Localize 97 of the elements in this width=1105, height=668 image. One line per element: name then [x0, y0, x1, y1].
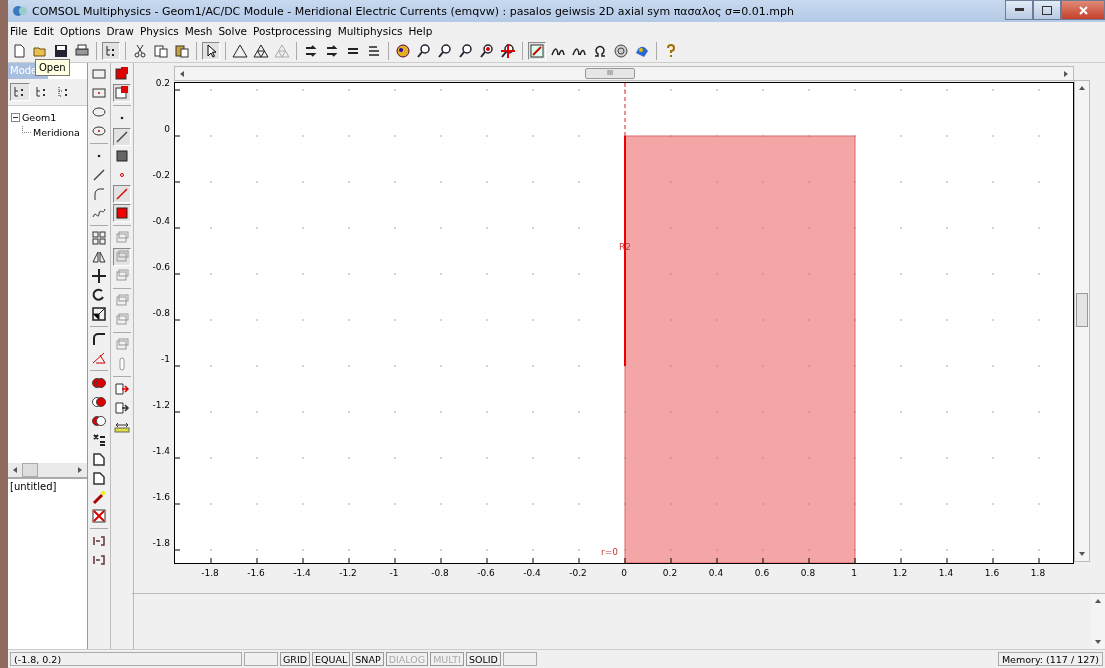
delete-icon[interactable] [90, 507, 109, 525]
grid-icon[interactable] [90, 229, 109, 247]
axis-tick-label: -0.2 [569, 568, 587, 578]
axis-tick-label: 0.2 [662, 568, 678, 578]
close-icon [1078, 5, 1088, 15]
zoom-box-icon[interactable] [457, 42, 475, 60]
tree-view-tab[interactable] [10, 83, 30, 101]
axis-tick-label: 1.6 [984, 568, 1000, 578]
axis-tick-label: -1.6 [152, 492, 170, 502]
menu-item[interactable]: Help [408, 25, 433, 37]
close-button[interactable] [1061, 0, 1105, 20]
axis-tick-label: -1.2 [339, 568, 357, 578]
minimize-button[interactable] [1005, 0, 1033, 20]
menu-item[interactable]: File [10, 25, 28, 37]
menu-item[interactable]: Options [59, 25, 101, 37]
axis-tick-label: -1.8 [201, 568, 219, 578]
scissors-icon[interactable] [131, 42, 149, 60]
arrow-icon[interactable] [1078, 550, 1086, 558]
magnifier-icon[interactable] [478, 42, 496, 60]
subdomain-label: R2 [619, 241, 631, 252]
status-toggle[interactable]: SOLID [465, 652, 501, 666]
square-icon[interactable] [113, 204, 132, 222]
status-toggle[interactable]: EQUAL [312, 652, 351, 666]
arrow-icon[interactable] [178, 69, 186, 78]
axis-tick-label: 0.4 [708, 568, 724, 578]
axis-tick-label: 0 [164, 124, 170, 134]
axis-tick-label: -0.8 [431, 568, 449, 578]
axis-tick-label: 1.4 [938, 568, 954, 578]
menu-item[interactable]: Physics [139, 25, 179, 37]
maximize-button[interactable] [1033, 0, 1061, 20]
axis-tick-label: -0.6 [477, 568, 495, 578]
vertical-scrollbar[interactable] [1091, 594, 1105, 649]
memory-readout: Memory: (117 / 127) [997, 652, 1103, 666]
axis-tick-label: 0.2 [155, 78, 170, 88]
menu-item[interactable]: Draw [106, 25, 134, 37]
menu-item[interactable]: Solve [218, 25, 248, 37]
status-pane [502, 652, 537, 666]
pencil-icon[interactable] [528, 42, 546, 60]
maximize-icon [1042, 5, 1052, 15]
axis-tick-label: -0.6 [152, 262, 170, 272]
axis-tick-label: 0.8 [800, 568, 816, 578]
move-icon[interactable] [90, 267, 109, 285]
axis-tick-label: -1.2 [152, 400, 170, 410]
app-logo-icon [12, 4, 28, 18]
clipboard-icon[interactable] [173, 42, 191, 60]
import-icon[interactable] [113, 399, 132, 417]
status-pane [244, 652, 278, 666]
menu-item[interactable]: Multiphysics [337, 25, 403, 37]
window-title: COMSOL Multiphysics - Geom1/AC/DC Module - Meridional Electric Currents (emqvw) : pasalos geiwsis 2D axial sym πασαλος σ=0.01.mph [32, 4, 795, 18]
zoom-in-icon[interactable] [415, 42, 433, 60]
horizontal-scrollbar[interactable] [8, 463, 88, 477]
menu-item[interactable]: Mesh [184, 25, 213, 37]
axis-tick-label: -0.4 [523, 568, 541, 578]
coordinates-readout: (-1.8, 0.2) [10, 652, 242, 666]
axis-tick-label: -1.4 [293, 568, 311, 578]
minimize-icon [1014, 8, 1024, 12]
vertical-scrollbar[interactable] [1074, 80, 1090, 562]
tree-icon[interactable] [102, 42, 120, 60]
axis-tick-label: -1.4 [152, 446, 170, 456]
boundary-label: r=0 [601, 547, 618, 557]
triangle-icon[interactable] [231, 42, 249, 60]
axis-tick-label: -0.2 [152, 170, 170, 180]
axis-tick-label: 1 [851, 568, 857, 578]
ball-icon[interactable] [394, 42, 412, 60]
axis-tick-label: 0 [621, 568, 627, 578]
axis-tick-label: 1.2 [892, 568, 908, 578]
axis-tick-label: -1.8 [152, 538, 170, 548]
sphere-icon[interactable] [612, 42, 630, 60]
tooltip: Open [35, 59, 70, 76]
mesh-icon[interactable] [252, 42, 270, 60]
scale-icon[interactable] [90, 305, 109, 323]
menu-item[interactable]: Postprocessing [253, 25, 332, 37]
axis-tick-label: 0.6 [754, 568, 770, 578]
axis-tick-label: -1 [389, 568, 399, 578]
zoom-out-icon[interactable] [436, 42, 454, 60]
file-name: [untitled] [10, 481, 57, 492]
axis-tick-label: -1 [161, 354, 170, 364]
copy-icon[interactable] [152, 42, 170, 60]
axis-tick-label: 1.8 [1030, 568, 1046, 578]
status-toggle[interactable]: GRID [280, 652, 311, 666]
scroll-thumb[interactable] [1076, 293, 1088, 327]
arrow-icon[interactable] [1094, 638, 1102, 646]
arrow-icon[interactable] [1094, 597, 1102, 605]
arrows-icon[interactable] [499, 42, 517, 60]
axis-tick-label: -0.8 [152, 308, 170, 318]
arrow-icon[interactable] [11, 466, 19, 474]
axis-tick-label: -1.6 [247, 568, 265, 578]
tree-item[interactable]: Meridiona [33, 127, 80, 138]
pointer-icon[interactable] [202, 42, 220, 60]
axis-tick-label: -0.4 [152, 216, 170, 226]
export-icon[interactable] [113, 380, 132, 398]
square-icon[interactable] [113, 84, 132, 102]
scroll-thumb[interactable] [22, 463, 38, 477]
tree-item[interactable]: Geom1 [22, 112, 57, 123]
status-toggle[interactable]: SNAP [352, 652, 384, 666]
menu-item[interactable]: Edit [33, 25, 54, 37]
collapse-icon[interactable] [11, 113, 20, 122]
